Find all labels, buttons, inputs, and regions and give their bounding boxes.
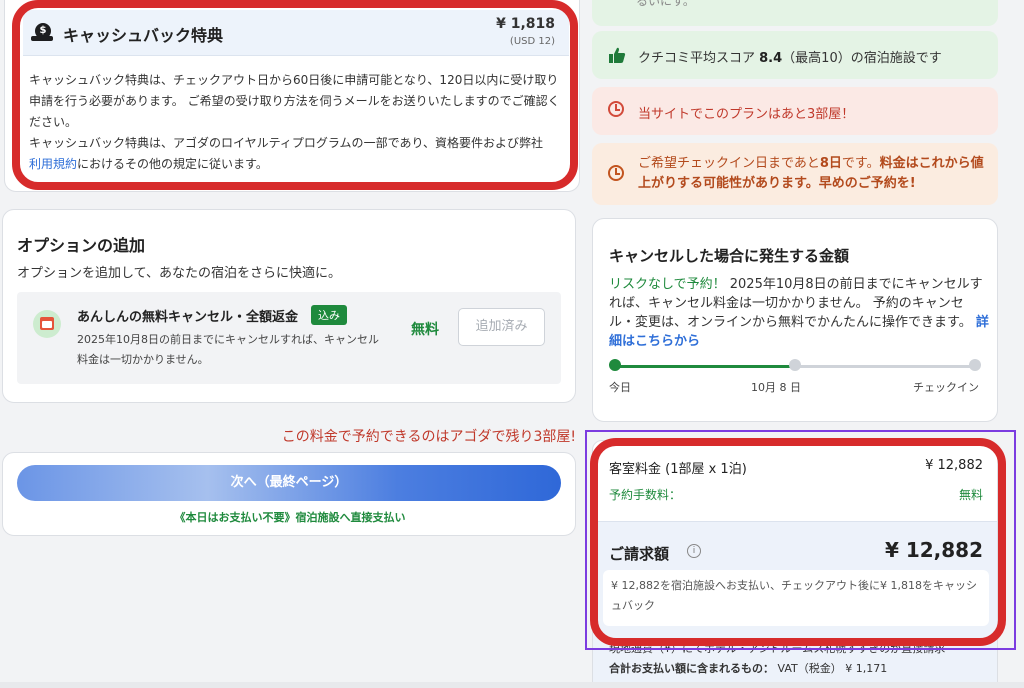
option-price: 無料: [411, 322, 439, 338]
cashback-para-1: キャッシュバック特典は、チェックアウト日から60日後に申請可能となり、120日以…: [29, 73, 560, 129]
timeline-label-checkin: チェックイン: [913, 381, 979, 394]
payment-note: ¥ 12,882を宿泊施設へお支払い、チェックアウト後に¥ 1,818をキャッシ…: [603, 570, 989, 626]
total-section: ご請求額 i ¥ 12,882 ¥ 12,882を宿泊施設へお支払い、チェックア…: [593, 521, 997, 688]
booking-fee-row: 予約手数料： 無料: [609, 488, 983, 502]
cashback-card: $ キャッシュバック特典 ¥ 1,818 (USD 12) キャッシュバック特典…: [4, 0, 580, 192]
thumbs-up-icon: [609, 47, 626, 63]
cashback-header: $ キャッシュバック特典 ¥ 1,818 (USD 12): [23, 10, 569, 56]
next-step-card: 次へ（最終ページ） 《本日はお支払い不要》宿泊施設へ直接支払い: [2, 452, 576, 536]
notice-partial: るいにす。: [592, 0, 998, 26]
cashback-description: キャッシュバック特典は、チェックアウト日から60日後に申請可能となり、120日以…: [29, 70, 561, 175]
options-title: オプションの追加: [17, 236, 146, 255]
cancellation-card: キャンセルした場合に発生する金額 リスクなしで予約！ 2025年10月8日の前日…: [592, 218, 998, 422]
local-currency-note: 現地通貨（¥）にてホテル・アンドルームス札幌すすきのが直接請求: [609, 642, 946, 655]
cashback-title: キャッシュバック特典: [63, 26, 224, 45]
cancellation-title: キャンセルした場合に発生する金額: [609, 247, 850, 265]
cashback-amount: ¥ 1,818: [496, 16, 555, 32]
room-rate-row: 客室料金 (1部屋 x 1泊) ¥ 12,882: [609, 458, 983, 477]
cashback-amount-usd: (USD 12): [509, 36, 555, 47]
review-score-notice: クチコミ平均スコア 8.4（最高10）の宿泊施設です: [592, 31, 998, 79]
calendar-icon: [33, 310, 61, 338]
checkin-countdown-notice: ご希望チェックイン日まであと8日です。料金はこれから値上がりする可能性があります…: [592, 143, 998, 205]
horizontal-scrollbar[interactable]: [0, 682, 1024, 688]
total-label: ご請求額: [609, 545, 670, 563]
timeline-dot-checkin: [969, 359, 981, 371]
review-score-text: クチコミ平均スコア 8.4（最高10）の宿泊施設です: [638, 51, 942, 66]
vat-row: 合計お支払い額に含まれるもの： VAT（税金） ¥ 1,171: [609, 662, 888, 675]
notice-partial-text: るいにす。: [636, 0, 695, 8]
rooms-left-text: 当サイトでこのプランはあと3部屋！: [638, 107, 855, 122]
timeline-dot-date: [789, 359, 801, 371]
info-icon[interactable]: i: [687, 544, 701, 558]
alarm-clock-icon: [608, 165, 624, 181]
free-cancel-option: あんしんの無料キャンセル・全額返金 込み 2025年10月8日の前日までにキャン…: [17, 292, 561, 384]
price-summary-card: 客室料金 (1部屋 x 1泊) ¥ 12,882 予約手数料： 無料 ご請求額 i …: [592, 440, 998, 688]
terms-link[interactable]: 利用規約: [29, 157, 77, 171]
timeline-dot-today: [609, 359, 621, 371]
total-value: ¥ 12,882: [884, 538, 983, 562]
options-subtitle: オプションを追加して、あなたの宿泊をさらに快適に。: [17, 266, 341, 281]
timeline-label-date: 10月 8 日: [751, 381, 801, 394]
included-badge: 込み: [311, 305, 347, 325]
checkin-countdown-text: ご希望チェックイン日まであと8日です。料金はこれから値上がりする可能性があります…: [638, 156, 984, 191]
cashback-para-2: キャッシュバック特典は、アゴダのロイヤルティプログラムの一部であり、資格要件およ…: [29, 136, 543, 171]
pay-at-property-note: 《本日はお支払い不要》宿泊施設へ直接支払い: [174, 511, 406, 524]
option-description: 2025年10月8日の前日までにキャンセルすれば、キャンセル料金は一切かかりませ…: [77, 333, 379, 366]
option-name: あんしんの無料キャンセル・全額返金: [77, 310, 299, 325]
next-button[interactable]: 次へ（最終ページ）: [17, 465, 561, 501]
added-button[interactable]: 追加済み: [458, 308, 545, 346]
alarm-clock-icon: [608, 101, 624, 117]
cancellation-body: リスクなしで予約！ 2025年10月8日の前日までにキャンセルすれば、キャンセル…: [609, 277, 989, 349]
rooms-left-notice: 当サイトでこのプランはあと3部屋！: [592, 87, 998, 135]
timeline-label-today: 今日: [609, 381, 631, 394]
rooms-left-warning: この料金で予約できるのはアゴダで残り3部屋!: [281, 429, 576, 445]
timeline-progress: [615, 365, 795, 368]
options-card: オプションの追加 オプションを追加して、あなたの宿泊をさらに快適に。 あんしんの…: [2, 209, 576, 403]
cashback-hand-icon: [31, 36, 53, 41]
